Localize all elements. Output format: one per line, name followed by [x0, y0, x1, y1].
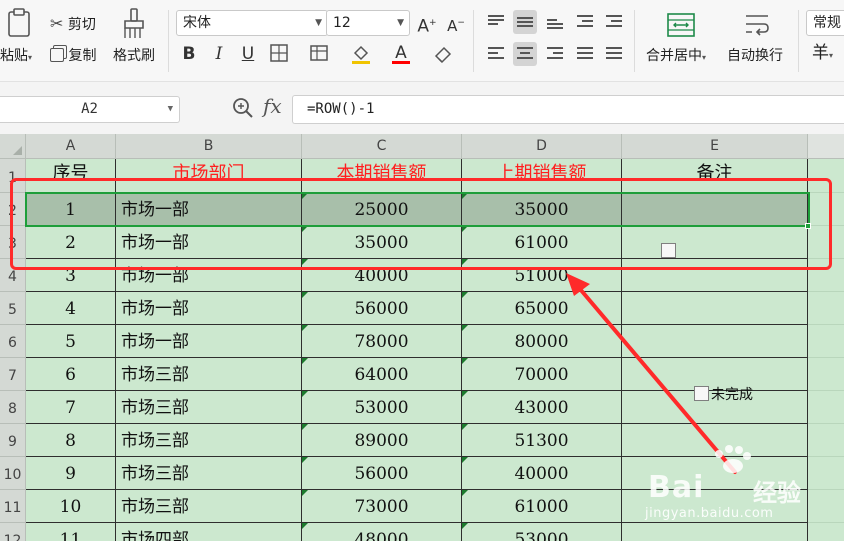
watermark: Bai 经验 jingyan.baidu.com	[645, 445, 844, 541]
watermark-brand-cn: 经验	[753, 479, 801, 507]
spreadsheet-app: 粘贴▾ ✂ 剪切 复制 格式刷 宋体 ▼ 12 ▼ A+ A− B I U A …	[0, 0, 844, 541]
watermark-url: jingyan.baidu.com	[645, 506, 774, 521]
paw-logo	[703, 444, 763, 474]
watermark-brand: Bai	[648, 470, 705, 505]
